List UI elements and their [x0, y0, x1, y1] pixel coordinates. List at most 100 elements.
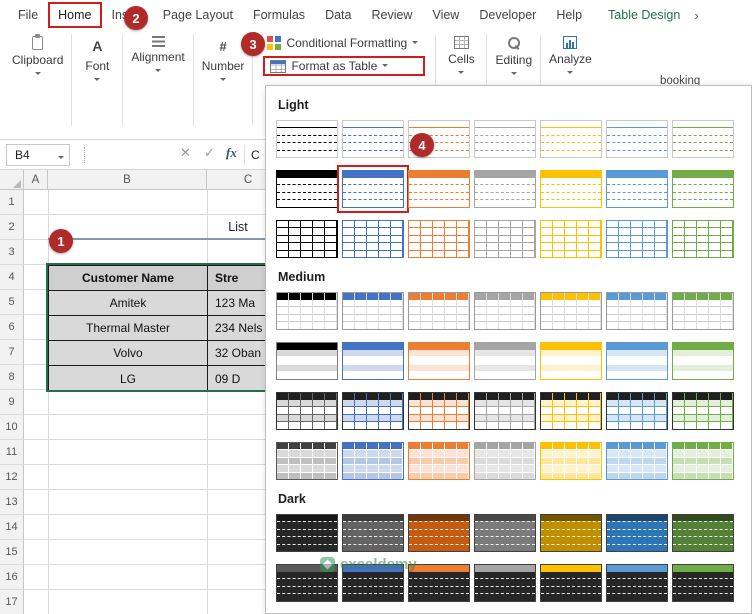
- name-box[interactable]: B4: [6, 144, 70, 166]
- table-cell[interactable]: LG: [49, 366, 208, 391]
- formula-bar-value[interactable]: C: [251, 148, 260, 162]
- table-style-thumbnail[interactable]: [672, 170, 734, 208]
- table-style-thumbnail[interactable]: [408, 442, 470, 480]
- table-style-thumbnail[interactable]: [408, 564, 470, 602]
- row-header-10[interactable]: 10: [0, 415, 24, 440]
- row-header-12[interactable]: 12: [0, 465, 24, 490]
- row-header-8[interactable]: 8: [0, 365, 24, 390]
- group-font[interactable]: Font: [74, 34, 120, 126]
- table-style-thumbnail[interactable]: [474, 442, 536, 480]
- table-style-thumbnail[interactable]: [540, 514, 602, 552]
- tab-developer[interactable]: Developer: [469, 2, 546, 28]
- table-style-thumbnail[interactable]: [606, 442, 668, 480]
- tab-view[interactable]: View: [422, 2, 469, 28]
- column-header-b[interactable]: B: [48, 170, 207, 190]
- table-style-thumbnail[interactable]: [474, 564, 536, 602]
- table-style-thumbnail[interactable]: [342, 442, 404, 480]
- row-header-17[interactable]: 17: [0, 590, 24, 614]
- table-style-thumbnail[interactable]: [276, 220, 338, 258]
- table-style-thumbnail[interactable]: [276, 170, 338, 208]
- row-header-2[interactable]: 2: [0, 215, 24, 240]
- table-style-thumbnail[interactable]: [276, 292, 338, 330]
- table-style-thumbnail[interactable]: [474, 220, 536, 258]
- group-clipboard[interactable]: Clipboard: [6, 34, 69, 126]
- table-style-thumbnail[interactable]: [408, 220, 470, 258]
- table-style-thumbnail[interactable]: [606, 392, 668, 430]
- table-style-thumbnail[interactable]: [474, 342, 536, 380]
- group-alignment[interactable]: Alignment: [125, 34, 190, 126]
- table-style-thumbnail[interactable]: [337, 165, 409, 213]
- format-as-table-button[interactable]: Format as Table: [263, 56, 426, 76]
- row-header-1[interactable]: 1: [0, 190, 24, 215]
- table-style-thumbnail[interactable]: [540, 292, 602, 330]
- tab-table-design[interactable]: Table Design: [598, 2, 690, 28]
- row-header-11[interactable]: 11: [0, 440, 24, 465]
- table-style-thumbnail[interactable]: [342, 514, 404, 552]
- table-style-thumbnail[interactable]: [408, 170, 470, 208]
- tab-data[interactable]: Data: [315, 2, 361, 28]
- table-style-thumbnail[interactable]: [540, 170, 602, 208]
- table-style-thumbnail[interactable]: [276, 514, 338, 552]
- insert-function-icon[interactable]: fx: [226, 145, 237, 161]
- table-cell[interactable]: Amitek: [49, 291, 208, 316]
- table-style-thumbnail[interactable]: [606, 564, 668, 602]
- row-header-3[interactable]: 3: [0, 240, 24, 265]
- table-style-thumbnail[interactable]: [276, 342, 338, 380]
- table-style-thumbnail[interactable]: [540, 220, 602, 258]
- table-style-thumbnail[interactable]: [474, 120, 536, 158]
- table-style-thumbnail[interactable]: [540, 120, 602, 158]
- row-header-15[interactable]: 15: [0, 540, 24, 565]
- row-header-4[interactable]: 4: [0, 265, 24, 290]
- tab-page-layout[interactable]: Page Layout: [153, 2, 243, 28]
- table-style-thumbnail[interactable]: [672, 220, 734, 258]
- table-style-thumbnail[interactable]: [672, 564, 734, 602]
- table-style-thumbnail[interactable]: [342, 392, 404, 430]
- table-style-thumbnail[interactable]: [276, 442, 338, 480]
- table-style-thumbnail[interactable]: [672, 120, 734, 158]
- table-style-thumbnail[interactable]: [408, 514, 470, 552]
- tab-overflow-chevron-icon[interactable]: ›: [690, 8, 702, 23]
- table-style-thumbnail[interactable]: [276, 392, 338, 430]
- table-style-thumbnail[interactable]: [408, 392, 470, 430]
- table-style-thumbnail[interactable]: [342, 220, 404, 258]
- tab-review[interactable]: Review: [361, 2, 422, 28]
- table-style-thumbnail[interactable]: [672, 342, 734, 380]
- column-header-a[interactable]: A: [24, 170, 48, 190]
- conditional-formatting-button[interactable]: Conditional Formatting: [263, 34, 425, 52]
- row-header-6[interactable]: 6: [0, 315, 24, 340]
- table-style-thumbnail[interactable]: [276, 120, 338, 158]
- tab-formulas[interactable]: Formulas: [243, 2, 315, 28]
- table-style-thumbnail[interactable]: [474, 170, 536, 208]
- table-cell[interactable]: Volvo: [49, 341, 208, 366]
- row-header-13[interactable]: 13: [0, 490, 24, 515]
- table-style-thumbnail[interactable]: [606, 342, 668, 380]
- table-style-thumbnail[interactable]: [606, 514, 668, 552]
- table-style-thumbnail[interactable]: [672, 442, 734, 480]
- table-style-thumbnail[interactable]: [672, 292, 734, 330]
- table-style-thumbnail[interactable]: [474, 392, 536, 430]
- table-style-thumbnail[interactable]: [276, 564, 338, 602]
- select-all-corner[interactable]: [0, 170, 24, 190]
- table-style-thumbnail[interactable]: [606, 292, 668, 330]
- table-cell[interactable]: Thermal Master: [49, 316, 208, 341]
- tab-home[interactable]: Home: [48, 2, 102, 28]
- table-style-thumbnail[interactable]: [540, 564, 602, 602]
- row-header-9[interactable]: 9: [0, 390, 24, 415]
- tab-help[interactable]: Help: [546, 2, 592, 28]
- table-style-thumbnail[interactable]: [342, 342, 404, 380]
- row-header-14[interactable]: 14: [0, 515, 24, 540]
- table-style-thumbnail[interactable]: [474, 292, 536, 330]
- row-header-7[interactable]: 7: [0, 340, 24, 365]
- table-style-thumbnail[interactable]: [474, 514, 536, 552]
- row-header-16[interactable]: 16: [0, 565, 24, 590]
- table-style-thumbnail[interactable]: [342, 120, 404, 158]
- table-style-thumbnail[interactable]: [408, 292, 470, 330]
- table-style-thumbnail[interactable]: [606, 170, 668, 208]
- table-style-thumbnail[interactable]: [408, 342, 470, 380]
- table-header-cell[interactable]: Customer Name: [49, 266, 208, 291]
- cancel-icon[interactable]: ✕: [180, 145, 191, 161]
- row-header-5[interactable]: 5: [0, 290, 24, 315]
- table-style-thumbnail[interactable]: [540, 442, 602, 480]
- tab-file[interactable]: File: [8, 2, 48, 28]
- table-style-thumbnail[interactable]: [672, 514, 734, 552]
